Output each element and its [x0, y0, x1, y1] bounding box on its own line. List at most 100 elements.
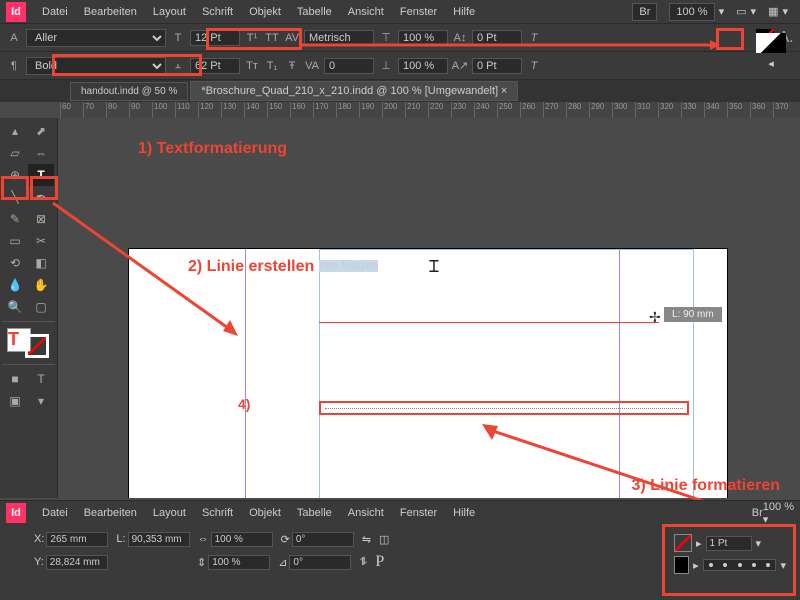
right-panel-collapsed[interactable]: ◂: [752, 24, 790, 78]
length-input[interactable]: [128, 532, 190, 547]
tracking-icon: ⊤: [378, 30, 394, 46]
control-bar-1: A Aller T T¹ TT AV ⊤ A↕ T A.: [0, 24, 800, 52]
subscript-icon[interactable]: T₁: [264, 58, 280, 74]
hand-tool[interactable]: ✋: [28, 274, 54, 296]
text-content[interactable]: Ihre Notizen: [319, 257, 378, 272]
tab-handout[interactable]: handout.indd @ 50 %: [70, 82, 188, 101]
menu-datei[interactable]: Datei: [34, 6, 76, 18]
bottom-control-area: 3) Linie formatieren Id Datei Bearbeiten…: [0, 500, 800, 600]
stroke-weight-input[interactable]: [706, 536, 752, 551]
menu-fenster[interactable]: Fenster: [392, 6, 445, 18]
line-endpoint-cursor: ✢: [649, 309, 661, 326]
drawn-line[interactable]: [319, 322, 659, 323]
scissors-tool[interactable]: ✂: [28, 230, 54, 252]
stroke-style-panel: ▸▾ ▸▾: [670, 530, 790, 590]
tracking2-icon: VA: [304, 58, 320, 74]
expand-icon[interactable]: ◂: [768, 57, 774, 70]
shear-input[interactable]: [289, 555, 351, 570]
zoom-tool[interactable]: 🔍: [2, 296, 28, 318]
menu-tabelle[interactable]: Tabelle: [289, 6, 340, 18]
kerning-input[interactable]: [304, 30, 374, 46]
zoom-level[interactable]: 100 %: [669, 3, 714, 21]
hscale-input[interactable]: [398, 30, 448, 46]
close-icon[interactable]: ×: [501, 85, 507, 97]
eyedropper-tool[interactable]: 💧: [2, 274, 28, 296]
bridge-button[interactable]: Br: [632, 3, 657, 21]
menu-layout[interactable]: Layout: [145, 6, 194, 18]
fill-none-icon[interactable]: [674, 534, 692, 552]
document-page[interactable]: Ihre Notizen Ꮖ ✢ L: 90 mm: [128, 248, 728, 498]
rect-tool[interactable]: ▭: [2, 230, 28, 252]
x-input[interactable]: [46, 532, 108, 547]
tracking-input[interactable]: [324, 58, 374, 74]
flip-v-icon[interactable]: ⥮: [359, 556, 367, 569]
menu-hilfe[interactable]: Hilfe: [445, 6, 483, 18]
annotation-1: 1) Textformatierung: [138, 140, 287, 158]
view-options-icon[interactable]: ▦: [768, 5, 778, 18]
p-icon[interactable]: P: [375, 553, 384, 571]
screen-mode-icon[interactable]: ▭: [736, 5, 746, 18]
stroke-type-select[interactable]: [703, 559, 777, 571]
pencil-tool[interactable]: ✎: [2, 208, 28, 230]
fill-stroke-swatch[interactable]: T: [2, 325, 54, 361]
dotted-line-result[interactable]: [319, 401, 689, 415]
text-skew-icon[interactable]: T: [526, 58, 542, 74]
page-tool[interactable]: ▱: [2, 142, 28, 164]
highlight-line-tool: [30, 176, 58, 200]
apply-color[interactable]: ■: [2, 368, 28, 390]
view-mode[interactable]: ▣: [2, 390, 28, 412]
menu-bearbeiten[interactable]: Bearbeiten: [76, 6, 145, 18]
menu-objekt[interactable]: Objekt: [241, 6, 289, 18]
baseline-input[interactable]: [472, 30, 522, 46]
y-input[interactable]: [46, 555, 108, 570]
strike-icon[interactable]: Ŧ: [284, 58, 300, 74]
apply-to-text[interactable]: T: [28, 368, 54, 390]
gradient-tool[interactable]: ◧: [28, 252, 54, 274]
y-label: Y:: [34, 556, 44, 568]
scale-y-icon: ⇕: [197, 556, 206, 569]
l-label: L:: [116, 533, 125, 545]
gap-tool[interactable]: ⇔: [28, 142, 54, 164]
scale-y-input[interactable]: [208, 555, 270, 570]
rotate-icon: ⟳: [281, 533, 290, 546]
rect-frame-tool[interactable]: ⊠: [28, 208, 54, 230]
tool-panel: ▴ ⬈ ▱ ⇔ ⊕ T ╲ ✒ ✎ ⊠ ▭ ✂ ⟲ ◧ 💧 ✋ 🔍 ▢ T ■ …: [0, 118, 58, 498]
highlight-type-tool: [1, 176, 29, 200]
horizontal-ruler[interactable]: 6070809010011012013014015016017018019020…: [60, 102, 800, 118]
measurement-tooltip: L: 90 mm: [664, 307, 722, 322]
skew-icon: A↗: [452, 58, 468, 74]
annotation-4: 4): [238, 396, 250, 412]
app-logo-bottom: Id: [6, 503, 26, 523]
para-mode-icon[interactable]: ¶: [6, 58, 22, 74]
transform-tool[interactable]: ⟲: [2, 252, 28, 274]
text-frame[interactable]: [319, 249, 694, 498]
main-menubar: Id Datei Bearbeiten Layout Schrift Objek…: [0, 0, 800, 24]
bottom-menubar: Id Datei Bearbeiten Layout Schrift Objek…: [0, 501, 800, 525]
text-cursor-icon: Ꮖ: [429, 259, 440, 277]
swatch-icon[interactable]: [756, 33, 786, 53]
menu-ansicht[interactable]: Ansicht: [340, 6, 392, 18]
x-label: X:: [34, 533, 44, 545]
text-italic-icon[interactable]: T: [526, 30, 542, 46]
pathfinder-icon[interactable]: ◫: [379, 533, 389, 546]
rotate-input[interactable]: [292, 532, 354, 547]
selection-tool[interactable]: ▴: [2, 120, 28, 142]
highlight-fontsize: [206, 28, 302, 50]
scale-x-icon: ⇔: [198, 533, 209, 545]
note-tool[interactable]: ▢: [28, 296, 54, 318]
smallcaps-icon[interactable]: Tᴛ: [244, 58, 260, 74]
scale-x-input[interactable]: [211, 532, 273, 547]
ref-point-icon[interactable]: [6, 529, 26, 549]
document-canvas[interactable]: Ihre Notizen Ꮖ ✢ L: 90 mm 1) Textformati…: [58, 118, 800, 498]
stroke-black-icon[interactable]: [674, 556, 689, 574]
highlight-fontweight: [52, 54, 202, 76]
annotation-2: 2) Linie erstellen: [188, 258, 314, 276]
direct-select-tool[interactable]: ⬈: [28, 120, 54, 142]
guide-vertical[interactable]: [245, 249, 246, 498]
flip-h-icon[interactable]: ⇋: [362, 533, 371, 546]
tab-broschure[interactable]: *Broschure_Quad_210_x_210.indd @ 100 % […: [190, 81, 518, 101]
dropdown-icon[interactable]: ▾: [719, 5, 725, 18]
font-family-select[interactable]: Aller: [26, 29, 166, 47]
menu-schrift[interactable]: Schrift: [194, 6, 241, 18]
char-mode-icon[interactable]: A: [6, 30, 22, 46]
